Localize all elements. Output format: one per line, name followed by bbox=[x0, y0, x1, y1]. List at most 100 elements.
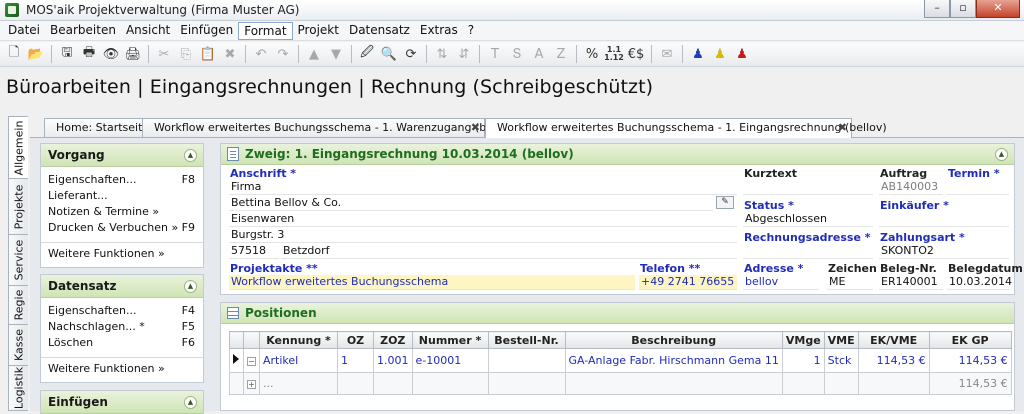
menu-help[interactable]: ? bbox=[463, 22, 479, 40]
telefon-field[interactable]: +49 2741 76655 bbox=[639, 275, 737, 290]
vtab-regie[interactable]: Regie bbox=[8, 285, 28, 325]
status-field[interactable]: Abgeschlossen bbox=[743, 212, 873, 227]
action-nachschlagen[interactable]: Nachschlagen... * F5 bbox=[41, 319, 203, 335]
cell-nummer[interactable]: e-10001 bbox=[411, 348, 489, 373]
plz-field[interactable]: 57518 bbox=[229, 244, 279, 259]
cell-ek-gp[interactable]: 114,53 € bbox=[928, 372, 1012, 395]
column-header-kennung[interactable]: Kennung * bbox=[259, 331, 338, 349]
maximize-button[interactable]: ▫ bbox=[950, 0, 976, 18]
ort-field[interactable]: Betzdorf bbox=[281, 244, 737, 259]
panel-header[interactable]: Datensatz ▲ bbox=[41, 275, 203, 298]
move-down-icon[interactable]: ▼ bbox=[325, 43, 347, 65]
anschrift-line-1[interactable]: Firma bbox=[229, 180, 737, 195]
more-functions-link[interactable]: Weitere Funktionen » bbox=[41, 357, 203, 379]
action-notizen-termine[interactable]: Notizen & Termine » bbox=[41, 204, 203, 220]
cell-kennung[interactable]: ... bbox=[259, 372, 338, 395]
cell-oz[interactable] bbox=[337, 372, 374, 395]
cell-ek-vme[interactable]: 114,53 € bbox=[857, 348, 930, 373]
expand-icon[interactable]: + bbox=[247, 380, 256, 389]
numbering-icon[interactable]: 1.1 1.12 bbox=[603, 43, 625, 65]
action-loeschen[interactable]: Löschen F6 bbox=[41, 335, 203, 351]
cell-bestellnr[interactable] bbox=[487, 372, 566, 395]
zahlungsart-field[interactable]: SKONTO2 bbox=[879, 244, 1009, 259]
cell-beschreibung[interactable]: GA-Anlage Fabr. Hirschmann Gema 11 bbox=[564, 348, 783, 373]
cell-kennung[interactable]: Artikel bbox=[259, 348, 338, 373]
auftrag-field[interactable]: AB140003 bbox=[879, 180, 943, 195]
minimize-button[interactable]: – bbox=[924, 0, 950, 18]
panel-header[interactable]: Vorgang ▲ bbox=[41, 144, 203, 167]
action-eigenschaften[interactable]: Eigenschaften... F8 bbox=[41, 172, 203, 188]
column-header-vme[interactable]: VME bbox=[823, 331, 859, 349]
zeichen-field[interactable]: ME bbox=[827, 275, 873, 290]
undo-icon[interactable]: ↶ bbox=[250, 43, 272, 65]
tab-warenzugang[interactable]: Workflow erweitertes Buchungsschema - 1.… bbox=[142, 118, 517, 137]
edit-address-icon[interactable]: ✎ bbox=[716, 196, 734, 209]
menu-projekt[interactable]: Projekt bbox=[293, 22, 344, 40]
close-tab-icon[interactable]: ✖ bbox=[838, 119, 847, 136]
row-expander[interactable]: − bbox=[243, 348, 260, 373]
close-button[interactable]: ✕ bbox=[976, 0, 1020, 18]
cut-icon[interactable]: ✂ bbox=[153, 43, 175, 65]
chevron-up-icon[interactable]: ▲ bbox=[184, 396, 197, 409]
menu-bearbeiten[interactable]: Bearbeiten bbox=[45, 22, 121, 40]
move-up-icon[interactable]: ▲ bbox=[303, 43, 325, 65]
table-row[interactable]: − Artikel 1 1.001 e-10001 GA-Anlage Fabr… bbox=[229, 348, 1012, 373]
copy-icon[interactable]: ⎘ bbox=[175, 43, 197, 65]
column-header-bestellnr[interactable]: Bestell-Nr. bbox=[487, 331, 566, 349]
column-header-oz[interactable]: OZ bbox=[337, 331, 374, 349]
chevron-up-icon[interactable]: ▲ bbox=[184, 280, 197, 293]
cell-ek-gp[interactable]: 114,53 € bbox=[928, 348, 1012, 373]
cell-vme[interactable]: Stck bbox=[823, 348, 859, 373]
chevron-up-icon[interactable]: ▲ bbox=[184, 149, 197, 162]
print-setup-icon[interactable]: 🖨 bbox=[122, 43, 144, 65]
anschrift-line-4[interactable]: Burgstr. 3 bbox=[229, 228, 737, 243]
einkaeufer-field[interactable] bbox=[879, 212, 1009, 227]
belegdatum-field[interactable]: 10.03.2014 bbox=[947, 275, 1012, 290]
column-header-nummer[interactable]: Nummer * bbox=[411, 331, 489, 349]
cell-bestellnr[interactable] bbox=[487, 348, 566, 373]
termin-field[interactable] bbox=[947, 180, 1009, 195]
column-header-ek-gp[interactable]: EK GP bbox=[928, 331, 1012, 349]
anschrift-line-3[interactable]: Eisenwaren bbox=[229, 212, 737, 227]
menu-extras[interactable]: Extras bbox=[415, 22, 463, 40]
row-selector[interactable] bbox=[229, 348, 244, 373]
action-drucken-verbuchen[interactable]: Drucken & Verbuchen » F9 bbox=[41, 220, 203, 236]
column-header-beschreibung[interactable]: Beschreibung bbox=[564, 331, 783, 349]
user-red-icon[interactable]: ♟ bbox=[731, 43, 753, 65]
cell-zoz[interactable]: 1.001 bbox=[373, 348, 413, 373]
sort-asc-icon[interactable]: ⇅ bbox=[431, 43, 453, 65]
menu-ansicht[interactable]: Ansicht bbox=[121, 22, 175, 40]
table-row[interactable]: + ... 114,53 € bbox=[229, 372, 1012, 395]
delete-icon[interactable]: ✖ bbox=[219, 43, 241, 65]
user-yellow-icon[interactable]: ♟ bbox=[709, 43, 731, 65]
cell-ek-vme[interactable] bbox=[857, 372, 930, 395]
chevron-up-icon[interactable]: ▲ bbox=[995, 148, 1008, 161]
print-icon[interactable]: 🖶 bbox=[78, 43, 100, 65]
cell-oz[interactable]: 1 bbox=[337, 348, 374, 373]
vtab-projekte[interactable]: Projekte bbox=[8, 178, 28, 235]
new-icon[interactable]: 🗋 bbox=[3, 43, 25, 65]
total-icon[interactable]: Z bbox=[550, 43, 572, 65]
adresse-field[interactable]: bellov bbox=[743, 275, 819, 290]
mail-icon[interactable]: ✉ bbox=[656, 43, 678, 65]
cell-beschreibung[interactable] bbox=[564, 372, 783, 395]
percent-icon[interactable]: % bbox=[581, 43, 603, 65]
cell-vme[interactable] bbox=[823, 372, 859, 395]
tab-home[interactable]: Home: Startseite bbox=[44, 118, 149, 137]
projektakte-field[interactable]: Workflow erweitertes Buchungsschema bbox=[229, 275, 635, 290]
cell-vmge[interactable] bbox=[781, 372, 825, 395]
cell-vmge[interactable]: 1 bbox=[781, 348, 825, 373]
save-icon[interactable]: 🖫 bbox=[56, 43, 78, 65]
belegnr-field[interactable]: ER140001 bbox=[879, 275, 943, 290]
action-eigenschaften[interactable]: Eigenschaften... F4 bbox=[41, 303, 203, 319]
kurztext-field[interactable] bbox=[743, 180, 873, 195]
redo-icon[interactable]: ↷ bbox=[272, 43, 294, 65]
cell-nummer[interactable] bbox=[411, 372, 489, 395]
open-icon[interactable]: 📂 bbox=[25, 43, 47, 65]
menu-datensatz[interactable]: Datensatz bbox=[344, 22, 415, 40]
edit-icon[interactable]: 🖉 bbox=[356, 43, 378, 65]
vtab-kasse[interactable]: Kasse bbox=[8, 324, 28, 366]
refresh-icon[interactable]: ⟳ bbox=[400, 43, 422, 65]
tab-eingangsrechnung[interactable]: Workflow erweitertes Buchungsschema - 1.… bbox=[485, 118, 887, 138]
column-header-vmge[interactable]: VMge bbox=[781, 331, 825, 349]
